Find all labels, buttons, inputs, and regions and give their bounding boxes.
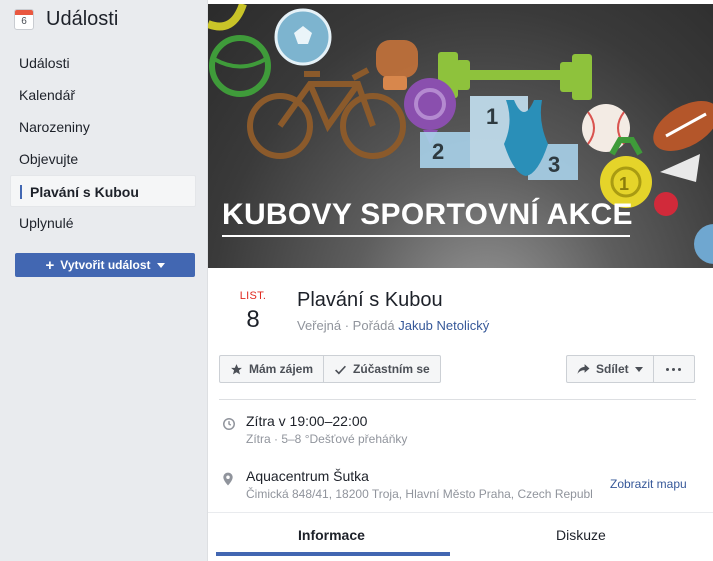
- event-date-month: LIST.: [239, 290, 267, 302]
- event-date: LIST. 8: [230, 290, 276, 334]
- event-organizer-label: Pořádá: [352, 318, 395, 333]
- event-place-address: Čimická 848/41, 18200 Troja, Hlavní Měst…: [246, 487, 593, 501]
- going-button[interactable]: Zúčastním se: [324, 355, 441, 383]
- active-tab-indicator: [216, 552, 450, 556]
- svg-text:1: 1: [619, 174, 629, 194]
- cover-title: KUBOVY SPORTOVNÍ AKCE: [222, 198, 633, 231]
- event-tabs: Informace Diskuze: [208, 512, 713, 561]
- sidebar: 6 Události Události Kalendář Narozeniny …: [0, 0, 207, 561]
- more-options-button[interactable]: [653, 355, 695, 383]
- calendar-icon-top: [15, 10, 33, 15]
- calendar-icon-day: 6: [21, 16, 27, 27]
- share-actions: Sdílet: [566, 355, 695, 383]
- cover-title-underline: [222, 235, 630, 237]
- event-weather: Zítra · 5–8 °Dešťové přeháňky: [246, 432, 408, 446]
- caret-down-icon: [634, 366, 643, 372]
- event-visibility: Veřejná: [297, 318, 342, 333]
- event-time[interactable]: Zítra v 19:00–22:00: [246, 413, 407, 429]
- sidebar-item-plavani-s-kubou[interactable]: Plavání s Kubou: [10, 175, 196, 207]
- tab-diskuze[interactable]: Diskuze: [556, 527, 606, 543]
- event-title: Plavání s Kubou: [297, 289, 443, 311]
- event-place-name[interactable]: Aquacentrum Šutka: [246, 468, 593, 484]
- star-icon: [230, 363, 243, 376]
- event-time-row: Zítra v 19:00–22:00 Zítra · 5–8 °Dešťové…: [222, 413, 407, 446]
- tab-informace[interactable]: Informace: [298, 527, 365, 543]
- show-map-link[interactable]: Zobrazit mapu: [610, 477, 687, 491]
- sidebar-item-udalosti[interactable]: Události: [10, 47, 196, 79]
- plus-icon: +: [45, 256, 55, 274]
- sidebar-item-uplynule[interactable]: Uplynulé: [10, 207, 196, 239]
- svg-text:2: 2: [432, 139, 444, 164]
- location-pin-icon: [222, 472, 236, 501]
- share-button[interactable]: Sdílet: [566, 355, 654, 383]
- share-arrow-icon: [577, 363, 590, 375]
- calendar-icon: 6: [14, 9, 34, 30]
- caret-down-icon: [156, 262, 165, 268]
- divider: [219, 399, 696, 400]
- svg-text:1: 1: [486, 104, 498, 129]
- sidebar-item-objevujte[interactable]: Objevujte: [10, 143, 196, 175]
- app-header: 6 Události: [14, 8, 118, 31]
- event-card: 2 1 3 1 KUBOVY SPORTOVNÍ AKCE LIST. 8 Pl…: [207, 0, 713, 561]
- interested-button[interactable]: Mám zájem: [219, 355, 325, 383]
- sidebar-nav: Události Kalendář Narozeniny Objevujte P…: [10, 47, 196, 239]
- going-label: Zúčastním se: [353, 362, 430, 376]
- sidebar-item-narozeniny[interactable]: Narozeniny: [10, 111, 196, 143]
- create-event-button[interactable]: + Vytvořit událost: [15, 253, 195, 277]
- clock-icon: [222, 417, 236, 446]
- meta-separator: ·: [344, 318, 353, 333]
- share-label: Sdílet: [596, 362, 629, 376]
- sidebar-item-kalendar[interactable]: Kalendář: [10, 79, 196, 111]
- check-icon: [334, 363, 347, 376]
- svg-text:3: 3: [548, 152, 560, 177]
- interested-label: Mám zájem: [249, 362, 314, 376]
- app-title[interactable]: Události: [46, 8, 118, 31]
- more-dots-icon: [666, 367, 682, 371]
- event-date-day: 8: [246, 306, 260, 333]
- event-place-row: Aquacentrum Šutka Čimická 848/41, 18200 …: [222, 468, 593, 501]
- rsvp-actions: Mám zájem Zúčastním se: [219, 355, 441, 383]
- event-host-link[interactable]: Jakub Netolický: [398, 318, 489, 333]
- event-meta: Veřejná · Pořádá Jakub Netolický: [297, 318, 489, 333]
- cover-photo[interactable]: 2 1 3 1 KUBOVY SPORTOVNÍ AKCE: [208, 4, 713, 268]
- create-event-label: Vytvořit událost: [60, 258, 151, 272]
